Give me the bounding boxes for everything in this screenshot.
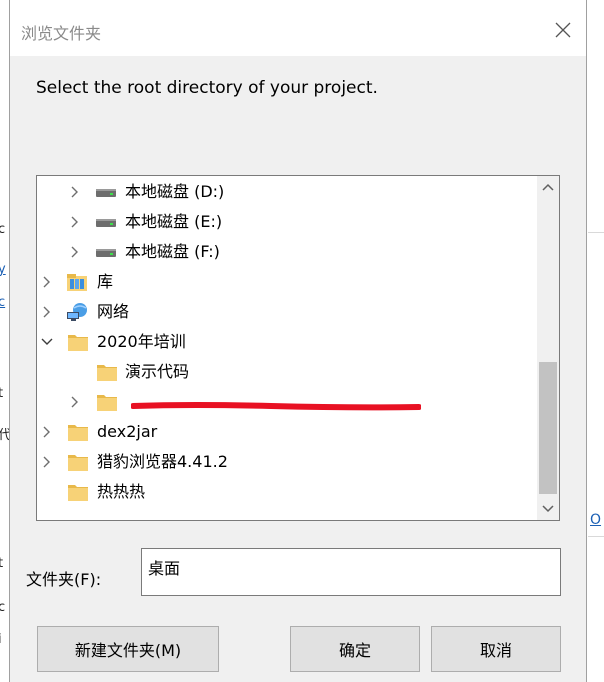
tree-item-dex2jar[interactable]: dex2jar (37, 417, 537, 447)
tree-item-drive-e[interactable]: 本地磁盘 (E:) (37, 207, 537, 237)
background-divider (588, 536, 604, 537)
folder-icon (96, 387, 118, 417)
background-window-left: c y c t 代 t c i (0, 0, 9, 682)
drive-icon (96, 207, 116, 237)
dialog-title: 浏览文件夹 (21, 24, 102, 43)
folder-icon (67, 327, 89, 357)
folder-field-label: 文件夹(F): (26, 570, 102, 589)
tree-item-label: 热热热 (97, 482, 146, 501)
close-icon (555, 22, 571, 38)
scroll-up-button[interactable] (537, 176, 559, 198)
tree-item-label: 演示代码 (125, 362, 190, 381)
tree-item-label: 本地磁盘 (E:) (125, 212, 223, 231)
background-link: O (590, 512, 602, 528)
tree-item-drive-d[interactable]: 本地磁盘 (D:) (37, 177, 537, 207)
drive-icon (96, 237, 116, 267)
ok-button[interactable]: 确定 (290, 626, 420, 672)
chevron-right-icon[interactable] (39, 267, 55, 297)
chevron-right-icon[interactable] (67, 177, 83, 207)
title-bar: 浏览文件夹 (10, 0, 586, 56)
background-window-right: O (588, 0, 604, 682)
chevron-down-icon (542, 505, 554, 513)
folder-icon (67, 417, 89, 447)
scrollbar-thumb[interactable] (539, 362, 557, 494)
vertical-scrollbar[interactable] (537, 176, 559, 520)
chevron-right-icon[interactable] (67, 387, 83, 417)
background-text: t (0, 556, 4, 571)
tree-item-label: 库 (97, 272, 114, 291)
network-icon (66, 297, 90, 327)
tree-item-demo-code[interactable]: 演示代码 (37, 357, 537, 387)
chevron-right-icon[interactable] (39, 417, 55, 447)
folder-tree[interactable]: 本地磁盘 (D:) 本地磁盘 (E:) 本地磁盘 (F:) 库 网络 2020年… (36, 175, 560, 521)
tree-item-library[interactable]: 库 (37, 267, 537, 297)
tree-item-label: 网络 (97, 302, 130, 321)
chevron-down-icon[interactable] (39, 327, 55, 357)
chevron-right-icon[interactable] (67, 207, 83, 237)
tree-item-label: 本地磁盘 (D:) (125, 182, 225, 201)
tree-item-label: 2020年培训 (97, 332, 186, 351)
scroll-down-button[interactable] (537, 498, 559, 520)
folder-icon (67, 477, 89, 507)
tree-item-redacted[interactable] (37, 387, 537, 417)
background-text: i (0, 632, 2, 647)
tree-item-drive-f[interactable]: 本地磁盘 (F:) (37, 237, 537, 267)
chevron-up-icon (542, 183, 554, 191)
background-link: c (0, 295, 6, 310)
cancel-button[interactable]: 取消 (431, 626, 561, 672)
tree-item-label: dex2jar (97, 422, 158, 441)
folder-icon (96, 357, 118, 387)
dialog-prompt: Select the root directory of your projec… (36, 78, 378, 98)
background-text: t (0, 386, 4, 401)
tree-item-rerere[interactable]: 热热热 (37, 477, 537, 507)
background-divider (588, 232, 604, 233)
chevron-right-icon[interactable] (39, 447, 55, 477)
new-folder-button[interactable]: 新建文件夹(M) (37, 626, 219, 672)
library-icon (66, 267, 88, 297)
tree-item-2020-training[interactable]: 2020年培训 (37, 327, 537, 357)
tree-item-liebao-browser[interactable]: 猎豹浏览器4.41.2 (37, 447, 537, 477)
background-text: c (0, 222, 6, 237)
tree-item-network[interactable]: 网络 (37, 297, 537, 327)
folder-icon (67, 447, 89, 477)
drive-icon (96, 177, 116, 207)
background-text: 代 (0, 428, 9, 443)
folder-name-input[interactable]: 桌面 (141, 548, 561, 596)
tree-item-label: 猎豹浏览器4.41.2 (97, 452, 228, 471)
background-text: c (0, 600, 6, 615)
close-button[interactable] (540, 8, 586, 52)
chevron-right-icon[interactable] (39, 297, 55, 327)
background-link: y (0, 262, 6, 277)
tree-item-label: 本地磁盘 (F:) (125, 242, 220, 261)
chevron-right-icon[interactable] (67, 237, 83, 267)
browse-folder-dialog: 浏览文件夹 Select the root directory of your … (9, 0, 587, 682)
